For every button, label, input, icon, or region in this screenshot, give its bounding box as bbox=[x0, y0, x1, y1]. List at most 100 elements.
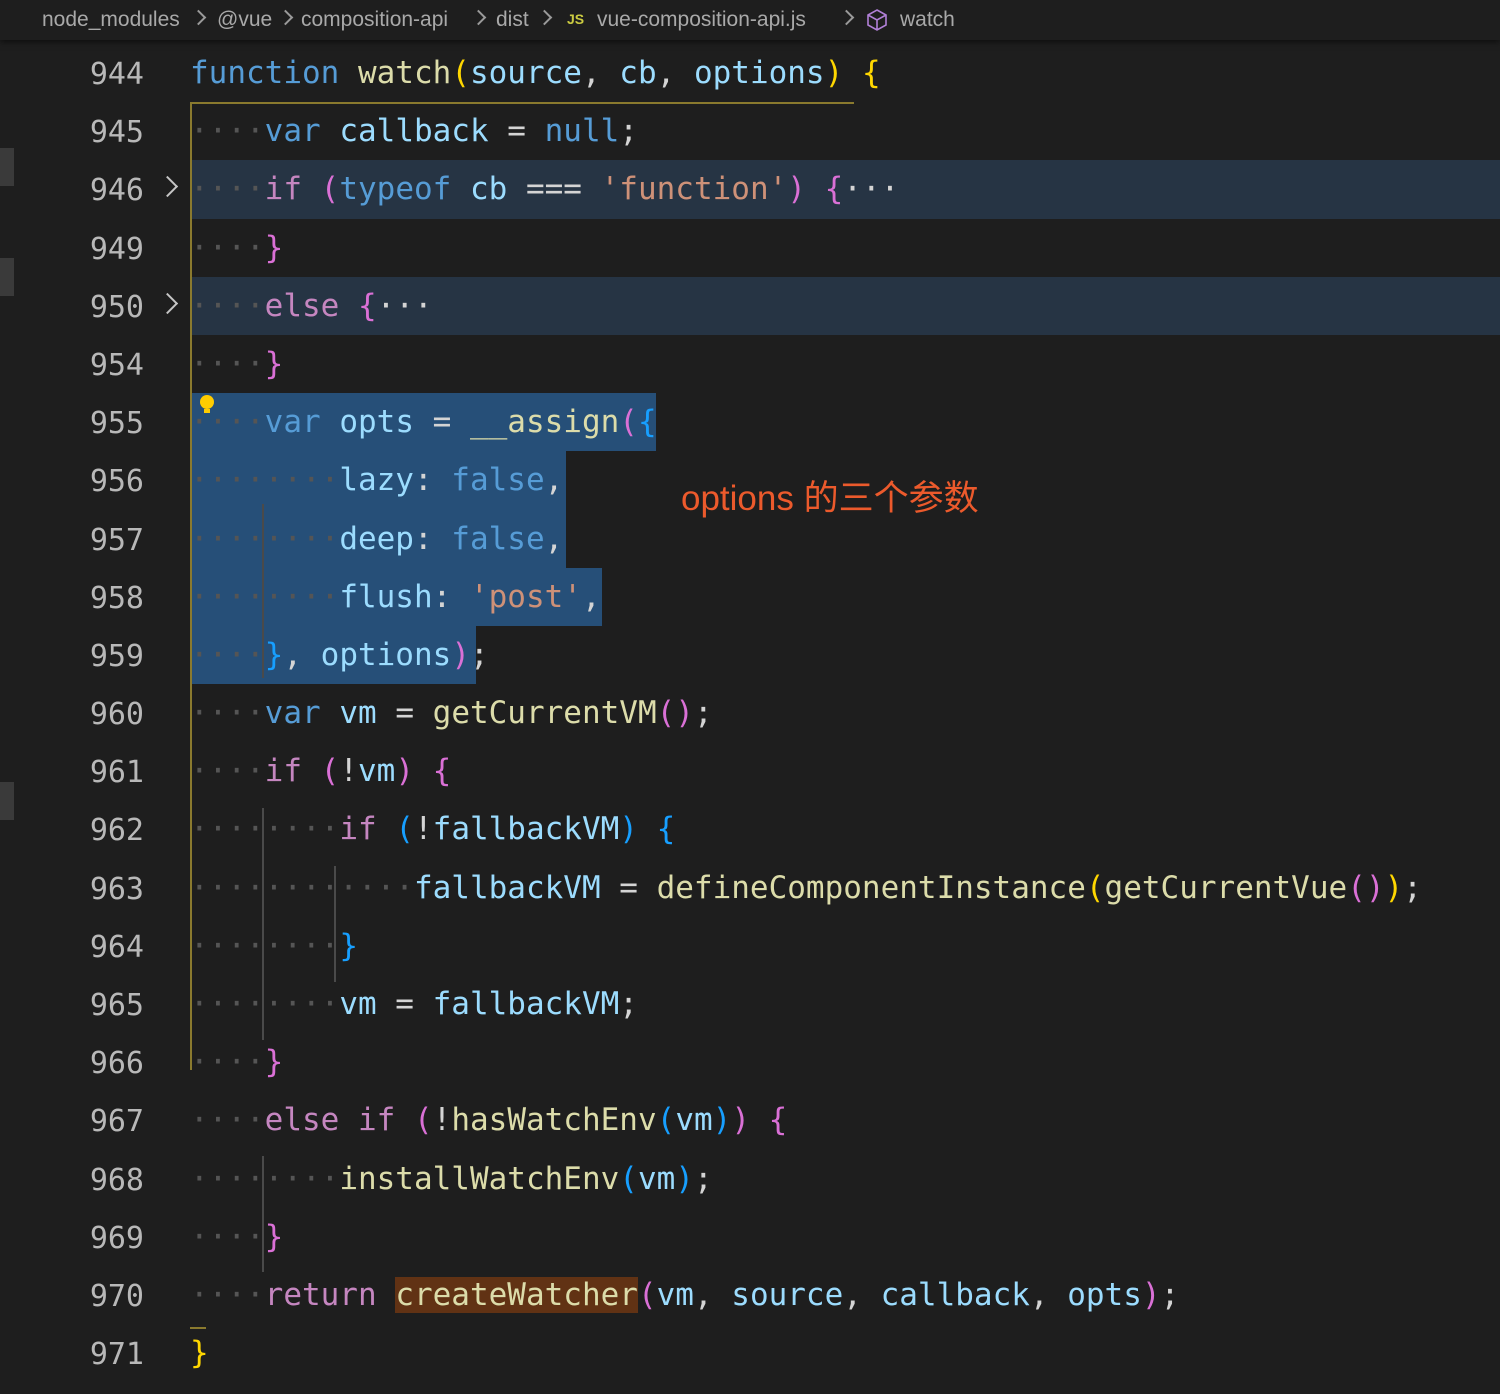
code-token: var bbox=[264, 404, 321, 441]
code-token: ( bbox=[656, 1102, 676, 1139]
code-token: cb bbox=[469, 171, 508, 208]
code-line[interactable]: 950 ····else {··· bbox=[0, 276, 1500, 335]
code-token: defineComponentInstance bbox=[656, 869, 1086, 906]
code-token: ( bbox=[413, 1102, 433, 1139]
code-line[interactable]: 960 ····var vm = getCurrentVM(); bbox=[0, 684, 1500, 742]
line-number: 969 bbox=[89, 1220, 144, 1256]
code-text: ········deep: false, bbox=[190, 521, 563, 557]
whitespace-dots: ············ bbox=[190, 869, 414, 906]
code-token: = bbox=[488, 113, 545, 150]
code-token: = bbox=[376, 695, 433, 732]
js-file-icon: JS bbox=[567, 11, 585, 27]
code-token: ; bbox=[1160, 1276, 1180, 1313]
line-number: 956 bbox=[89, 464, 144, 500]
code-token: ! bbox=[432, 1102, 452, 1139]
code-token: } bbox=[339, 927, 358, 964]
code-text: ····} bbox=[190, 1044, 283, 1080]
code-token: false bbox=[451, 462, 545, 499]
code-token: ) bbox=[451, 636, 470, 673]
whitespace-dots: ········ bbox=[190, 520, 340, 557]
code-text: } bbox=[190, 1335, 209, 1371]
code-token: function bbox=[190, 55, 340, 91]
code-line[interactable]: 961 ····if (!vm) { bbox=[0, 742, 1500, 800]
code-token: fallbackVM bbox=[413, 869, 601, 906]
code-token: ! bbox=[413, 811, 433, 848]
fold-chevron-icon[interactable] bbox=[156, 176, 179, 198]
breadcrumb-item-node-modules[interactable]: node_modules bbox=[42, 8, 180, 32]
code-editor[interactable]: 944 function watch(source, cb, options) {… bbox=[0, 44, 1500, 1382]
code-token: installWatchEnv bbox=[339, 1160, 620, 1197]
code-token: else bbox=[264, 1102, 340, 1139]
line-number: 954 bbox=[89, 347, 144, 383]
code-line[interactable]: 949 ····} bbox=[0, 219, 1500, 277]
code-line[interactable]: 966 ····} bbox=[0, 1033, 1500, 1091]
code-token: { bbox=[861, 55, 881, 91]
code-line[interactable]: 959 ····}, options); bbox=[0, 625, 1500, 685]
code-line[interactable]: 944 function watch(source, cb, options) { bbox=[0, 44, 1500, 102]
breadcrumb-item-composition-api[interactable]: composition-api bbox=[301, 8, 448, 32]
code-token: options bbox=[693, 55, 825, 91]
breadcrumb-item-dist[interactable]: dist bbox=[496, 8, 529, 32]
chevron-right-icon bbox=[470, 9, 487, 26]
code-text: ····}, options); bbox=[190, 637, 489, 673]
code-line[interactable]: 958 ········flush: 'post', bbox=[0, 567, 1500, 626]
code-line[interactable]: 955 ····var opts = __assign({ bbox=[0, 393, 1500, 452]
code-line[interactable]: 945 ····var callback = null; bbox=[0, 102, 1500, 160]
code-token: watch bbox=[357, 55, 452, 91]
code-token: , bbox=[544, 520, 564, 557]
code-token: = bbox=[376, 986, 433, 1022]
code-text: ····var opts = __assign({ bbox=[190, 404, 657, 440]
code-token: vm bbox=[656, 1276, 694, 1313]
code-token: ( bbox=[451, 55, 470, 91]
code-token: , bbox=[1029, 1276, 1068, 1313]
code-line[interactable]: 967 ····else if (!hasWatchEnv(vm)) { bbox=[0, 1091, 1500, 1149]
line-number: 963 bbox=[89, 871, 144, 907]
code-token: if bbox=[339, 811, 377, 848]
chevron-right-icon bbox=[190, 9, 207, 26]
breadcrumb-item-file[interactable]: vue-composition-api.js bbox=[597, 8, 806, 32]
line-number: 958 bbox=[89, 580, 144, 616]
fold-chevron-icon[interactable] bbox=[156, 292, 179, 314]
code-token: } bbox=[264, 345, 284, 382]
line-number: 960 bbox=[89, 697, 144, 733]
whitespace-dots: ········ bbox=[190, 811, 340, 848]
code-token: lazy bbox=[339, 462, 414, 499]
code-line[interactable]: 954 ····} bbox=[0, 335, 1500, 393]
code-line[interactable]: 965 ········vm = fallbackVM; bbox=[0, 975, 1500, 1033]
bracket-guide bbox=[190, 102, 192, 1070]
whitespace-dots: ········ bbox=[190, 1160, 340, 1197]
whitespace-dots: ···· bbox=[190, 1276, 265, 1313]
code-token: ( bbox=[637, 1276, 657, 1313]
code-line[interactable]: 964 ········} bbox=[0, 917, 1500, 975]
code-token: ) bbox=[395, 753, 414, 790]
code-line[interactable]: 970 ····return createWatcher(vm, source, … bbox=[0, 1266, 1500, 1324]
code-token: ; bbox=[1403, 869, 1422, 906]
code-line[interactable]: 963 ············fallbackVM = defineCompon… bbox=[0, 859, 1500, 917]
indent-guide bbox=[262, 1156, 264, 1272]
code-line[interactable]: 971} bbox=[0, 1324, 1500, 1382]
line-number: 970 bbox=[89, 1278, 144, 1314]
indent-guide bbox=[334, 866, 336, 982]
code-token: hasWatchEnv bbox=[451, 1102, 657, 1139]
code-line[interactable]: 946 ····if (typeof cb === 'function') {··… bbox=[0, 160, 1500, 219]
code-token: , bbox=[843, 1276, 881, 1313]
code-token: opts bbox=[339, 404, 414, 441]
whitespace-dots: ···· bbox=[190, 287, 265, 324]
code-line[interactable]: 962 ········if (!fallbackVM) { bbox=[0, 800, 1500, 858]
code-token: ··· bbox=[843, 171, 900, 208]
whitespace-dots: ···· bbox=[190, 404, 265, 441]
code-line[interactable]: 968 ········installWatchEnv(vm); bbox=[0, 1150, 1500, 1208]
code-token: vm bbox=[675, 1102, 713, 1139]
whitespace-dots: ···· bbox=[190, 113, 265, 150]
breadcrumb-item-symbol-watch[interactable]: watch bbox=[900, 8, 955, 32]
line-number: 944 bbox=[89, 57, 144, 92]
code-token: , bbox=[283, 636, 321, 673]
code-line[interactable]: 969 ····} bbox=[0, 1208, 1500, 1266]
breadcrumb-item-vue[interactable]: @vue bbox=[217, 8, 272, 32]
indent-guide bbox=[262, 504, 264, 678]
